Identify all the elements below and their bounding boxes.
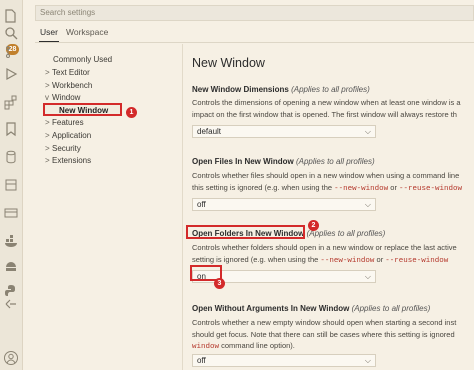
setting-scope: (Applies to all profiles) xyxy=(291,85,370,94)
setting-description: Controls whether files should open in a … xyxy=(192,170,474,195)
desc-text: or xyxy=(388,182,400,192)
android-icon[interactable] xyxy=(3,258,19,274)
window-dimensions-select[interactable]: default ⌵ xyxy=(192,125,376,138)
toc-new-window[interactable]: New Window xyxy=(43,103,122,116)
remote-explorer-icon[interactable] xyxy=(3,205,19,221)
tab-user[interactable]: User xyxy=(39,27,59,42)
toc-application[interactable]: > Application xyxy=(45,131,91,140)
desc-line: should get focus. Note that there can st… xyxy=(192,329,455,339)
search-icon[interactable] xyxy=(3,25,19,41)
source-control-icon[interactable] xyxy=(3,44,19,60)
chevron-down-icon: v xyxy=(45,93,49,102)
toc-window[interactable]: v Window xyxy=(45,93,80,102)
docker-icon[interactable] xyxy=(3,233,19,249)
code-reuse-window: --reuse-window xyxy=(399,184,463,193)
callout-marker-3: 3 xyxy=(214,278,225,289)
run-debug-icon[interactable] xyxy=(3,66,19,82)
desc-text: or xyxy=(374,254,386,264)
chevron-right-icon: > xyxy=(45,156,50,165)
account-icon[interactable] xyxy=(3,350,19,366)
setting-scope: (Applies to all profiles) xyxy=(351,304,431,313)
setting-name: Open Without Arguments In New Window xyxy=(192,304,350,313)
setting-title: New Window Dimensions (Applies to all pr… xyxy=(192,85,370,94)
highlight-box xyxy=(186,225,305,239)
chevron-right-icon: > xyxy=(45,118,50,127)
toc-workbench[interactable]: > Workbench xyxy=(45,81,92,90)
desc-text: command line option). xyxy=(219,341,295,350)
toc-label: Extensions xyxy=(52,156,92,165)
code-new-window: --new-window xyxy=(320,256,375,265)
toc-label: Workbench xyxy=(52,81,93,90)
setting-description: Controls the dimensions of opening a new… xyxy=(192,97,474,120)
callout-marker-2: 2 xyxy=(308,220,319,231)
desc-line: impact on the first window that is opene… xyxy=(192,109,457,119)
chevron-down-icon: ⌵ xyxy=(364,200,371,209)
chevron-down-icon: ⌵ xyxy=(364,272,371,281)
desc-line: Controls whether a new empty window shou… xyxy=(192,318,457,327)
files-icon[interactable] xyxy=(3,8,19,24)
desc-line: Controls whether folders should open in … xyxy=(192,243,457,252)
toc-features[interactable]: > Features xyxy=(45,118,84,127)
chevron-down-icon: ⌵ xyxy=(364,356,371,365)
code-window: window xyxy=(192,343,220,351)
open-without-args-select[interactable]: off ⌵ xyxy=(192,354,376,367)
chevron-right-icon: > xyxy=(45,81,50,90)
toc-label: Commonly Used xyxy=(53,55,113,64)
chevron-right-icon: > xyxy=(45,68,50,77)
chevron-down-icon: ⌵ xyxy=(364,127,371,136)
tab-workspace[interactable]: Workspace xyxy=(66,27,108,37)
setting-title: Open Files In New Window (Applies to all… xyxy=(192,157,375,166)
desc-text: setting is ignored (e.g. when using the xyxy=(192,254,321,264)
toc-label: Window xyxy=(52,93,81,102)
toc-commonly-used[interactable]: Commonly Used xyxy=(53,55,112,64)
callout-marker-1: 1 xyxy=(126,107,137,118)
database-icon[interactable] xyxy=(3,149,19,165)
desc-line: setting is ignored (e.g. when using the … xyxy=(192,254,474,268)
git-graph-icon[interactable] xyxy=(3,296,19,312)
toc-label: Application xyxy=(52,131,92,140)
select-value: off xyxy=(197,200,206,209)
chevron-right-icon: > xyxy=(45,131,50,140)
code-reuse-window: --reuse-window xyxy=(385,256,449,265)
toc-label: New Window xyxy=(59,106,109,115)
toc-label: Features xyxy=(52,118,84,127)
search-input[interactable]: Search settings xyxy=(35,5,474,21)
setting-scope: (Applies to all profiles) xyxy=(295,157,375,166)
desc-text: this setting is ignored (e.g. when using… xyxy=(192,182,335,192)
select-value: default xyxy=(197,127,222,136)
section-title: New Window xyxy=(192,56,265,70)
code-new-window: --new-window xyxy=(334,184,389,193)
desc-line: Controls the dimensions of opening a new… xyxy=(192,98,461,107)
notebook-icon[interactable] xyxy=(3,177,19,193)
setting-scope: (Applies to all profiles) xyxy=(306,229,386,238)
toc-label: Security xyxy=(52,144,81,153)
select-value: off xyxy=(197,356,206,365)
setting-name: New Window Dimensions xyxy=(192,85,289,94)
setting-description: Controls whether a new empty window shou… xyxy=(192,317,474,354)
chevron-right-icon: > xyxy=(45,144,50,153)
open-files-select[interactable]: off ⌵ xyxy=(192,198,376,211)
setting-name: Open Files In New Window xyxy=(192,157,294,166)
bookmark-icon[interactable] xyxy=(3,121,19,137)
desc-line: window command line option). xyxy=(192,340,474,354)
extensions-icon[interactable] xyxy=(3,94,19,110)
pane-divider[interactable] xyxy=(182,44,183,370)
desc-line: Controls whether files should open in a … xyxy=(192,171,460,180)
activity-bar: 28 xyxy=(0,0,23,370)
setting-description: Controls whether folders should open in … xyxy=(192,242,474,267)
toc-label: Text Editor xyxy=(52,68,90,77)
setting-title: Open Without Arguments In New Window (Ap… xyxy=(192,304,430,313)
desc-line: this setting is ignored (e.g. when using… xyxy=(192,182,474,196)
settings-editor: New Window New Window Dimensions (Applie… xyxy=(186,44,474,370)
settings-tabs: User Workspace xyxy=(35,24,474,43)
toc-security[interactable]: > Security xyxy=(45,144,81,153)
toc-extensions[interactable]: > Extensions xyxy=(45,156,91,165)
toc-text-editor[interactable]: > Text Editor xyxy=(45,68,90,77)
